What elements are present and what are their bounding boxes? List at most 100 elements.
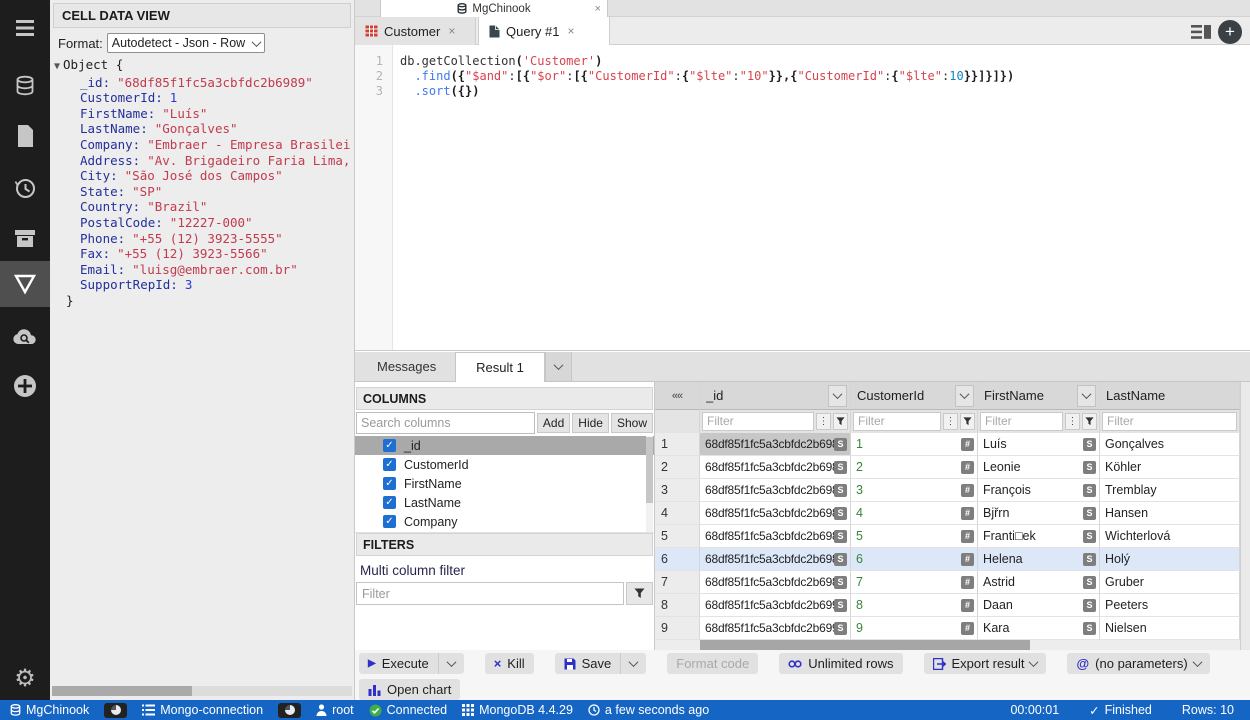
parameters-button[interactable]: @(no parameters) bbox=[1067, 653, 1209, 674]
column-header-firstname[interactable]: FirstName bbox=[978, 382, 1100, 410]
first-name-cell[interactable]: LeonieS bbox=[978, 456, 1100, 479]
column-menu-button[interactable] bbox=[828, 385, 847, 407]
scrollbar-thumb[interactable] bbox=[52, 686, 192, 696]
last-name-cell[interactable]: Nielsen bbox=[1100, 617, 1240, 640]
row-number[interactable]: 7 bbox=[655, 571, 700, 594]
new-tab-plus-icon[interactable]: + bbox=[1218, 20, 1242, 44]
last-name-cell[interactable]: Hansen bbox=[1100, 502, 1240, 525]
first-name-cell[interactable]: FrançoisS bbox=[978, 479, 1100, 502]
tab-query-1[interactable]: Query #1 × bbox=[478, 17, 610, 45]
history-icon[interactable] bbox=[0, 166, 50, 210]
column-menu-button[interactable] bbox=[955, 385, 974, 407]
first-name-cell[interactable]: KaraS bbox=[978, 617, 1100, 640]
row-number[interactable]: 2 bbox=[655, 456, 700, 479]
id-cell[interactable]: 68df85f1fc5a3cbfdc2b698cS bbox=[700, 502, 851, 525]
filter-options-button[interactable]: ⋮ bbox=[1065, 413, 1080, 430]
documents-icon[interactable] bbox=[0, 114, 50, 158]
execute-button[interactable]: ▶Execute bbox=[359, 653, 464, 674]
save-button[interactable]: Save bbox=[555, 653, 647, 674]
first-name-cell[interactable]: DaanS bbox=[978, 594, 1100, 617]
filter-options-button[interactable]: ⋮ bbox=[816, 413, 831, 430]
checkbox-checked-icon[interactable]: ✓ bbox=[383, 458, 396, 471]
add-connection-icon[interactable] bbox=[0, 364, 50, 408]
close-icon[interactable]: × bbox=[595, 3, 601, 15]
tab-result-1[interactable]: Result 1 bbox=[455, 352, 545, 382]
format-select[interactable]: Autodetect - Json - Row bbox=[107, 33, 265, 53]
customer-id-cell[interactable]: 6# bbox=[851, 548, 978, 571]
search-columns-input[interactable] bbox=[356, 412, 535, 434]
editor-code[interactable]: db.getCollection('Customer') .find({"$an… bbox=[393, 45, 1250, 350]
table-vscrollbar[interactable] bbox=[1240, 382, 1250, 650]
id-cell[interactable]: 68df85f1fc5a3cbfdc2b6990S bbox=[700, 594, 851, 617]
customer-id-cell[interactable]: 3# bbox=[851, 479, 978, 502]
tab-customer[interactable]: Customer × bbox=[355, 17, 476, 45]
filter-funnel-button[interactable] bbox=[833, 413, 848, 430]
query-nabla-icon[interactable] bbox=[0, 261, 50, 307]
column-list-item[interactable]: ✓LastName bbox=[355, 493, 654, 512]
filter-funnel-button[interactable] bbox=[1082, 413, 1097, 430]
column-list-item[interactable]: ✓CustomerId bbox=[355, 455, 654, 474]
window-tab-mgchinook[interactable]: MgChinook × bbox=[380, 0, 608, 17]
statusbar-user[interactable]: root bbox=[316, 703, 354, 717]
checkbox-checked-icon[interactable]: ✓ bbox=[383, 496, 396, 509]
show-column-button[interactable]: Show bbox=[611, 413, 653, 433]
apply-filter-button[interactable] bbox=[626, 582, 653, 605]
menu-icon[interactable] bbox=[0, 6, 50, 50]
unlimited-rows-button[interactable]: Unlimited rows bbox=[779, 653, 902, 674]
row-number[interactable]: 4 bbox=[655, 502, 700, 525]
customer-id-cell[interactable]: 4# bbox=[851, 502, 978, 525]
id-cell[interactable]: 68df85f1fc5a3cbfdc2b698aS bbox=[700, 456, 851, 479]
customer-id-cell[interactable]: 2# bbox=[851, 456, 978, 479]
row-number[interactable]: 3 bbox=[655, 479, 700, 502]
column-list-item[interactable]: ✓_id bbox=[355, 436, 654, 455]
filters-section-header[interactable]: FILTERS bbox=[356, 533, 653, 556]
first-name-cell[interactable]: AstridS bbox=[978, 571, 1100, 594]
id-cell[interactable]: 68df85f1fc5a3cbfdc2b698fS bbox=[700, 571, 851, 594]
id-cell[interactable]: 68df85f1fc5a3cbfdc2b698bS bbox=[700, 479, 851, 502]
row-number[interactable]: 8 bbox=[655, 594, 700, 617]
last-name-cell[interactable]: Gonçalves bbox=[1100, 433, 1240, 456]
row-number[interactable]: 1 bbox=[655, 433, 700, 456]
cloud-search-icon[interactable] bbox=[0, 315, 50, 359]
last-name-cell[interactable]: Gruber bbox=[1100, 571, 1240, 594]
table-hscrollbar[interactable] bbox=[655, 640, 1240, 650]
statusbar-last-run[interactable]: a few seconds ago bbox=[588, 703, 709, 717]
statusbar-version[interactable]: MongoDB 4.4.29 bbox=[462, 703, 573, 717]
columns-section-header[interactable]: COLUMNS bbox=[356, 387, 653, 410]
row-number[interactable]: 6 bbox=[655, 548, 700, 571]
customer-id-cell[interactable]: 8# bbox=[851, 594, 978, 617]
close-icon[interactable]: × bbox=[567, 24, 574, 38]
id-cell[interactable]: 68df85f1fc5a3cbfdc2b6989S bbox=[700, 433, 851, 456]
column-header-lastname[interactable]: LastName bbox=[1100, 382, 1240, 410]
column-filter-input[interactable] bbox=[1102, 412, 1237, 431]
first-name-cell[interactable]: Franti□ekS bbox=[978, 525, 1100, 548]
kill-button[interactable]: ×Kill bbox=[485, 653, 534, 674]
id-cell[interactable]: 68df85f1fc5a3cbfdc2b698eS bbox=[700, 548, 851, 571]
connection-color-badge[interactable] bbox=[104, 703, 127, 718]
checkbox-checked-icon[interactable]: ✓ bbox=[383, 439, 396, 452]
row-number[interactable]: 5 bbox=[655, 525, 700, 548]
last-name-cell[interactable]: Holý bbox=[1100, 548, 1240, 571]
checkbox-checked-icon[interactable]: ✓ bbox=[383, 477, 396, 490]
last-name-cell[interactable]: Peeters bbox=[1100, 594, 1240, 617]
cell-panel-hscrollbar[interactable] bbox=[52, 686, 352, 696]
column-header-id[interactable]: _id bbox=[700, 382, 851, 410]
column-filter-input[interactable] bbox=[853, 412, 941, 431]
collapse-columns-button[interactable]: «« bbox=[655, 382, 700, 410]
execute-dropdown[interactable] bbox=[439, 653, 464, 674]
json-root-open[interactable]: ▼Object { bbox=[54, 57, 354, 75]
hide-column-button[interactable]: Hide bbox=[572, 413, 609, 433]
scrollbar-thumb[interactable] bbox=[646, 437, 653, 503]
connection-color-badge[interactable] bbox=[278, 703, 301, 718]
first-name-cell[interactable]: LuísS bbox=[978, 433, 1100, 456]
last-name-cell[interactable]: Wichterlová bbox=[1100, 525, 1240, 548]
customer-id-cell[interactable]: 7# bbox=[851, 571, 978, 594]
first-name-cell[interactable]: BjřrnS bbox=[978, 502, 1100, 525]
column-header-customerid[interactable]: CustomerId bbox=[851, 382, 978, 410]
results-tab-dropdown[interactable] bbox=[545, 352, 572, 382]
multi-column-filter-input[interactable] bbox=[356, 582, 624, 605]
close-icon[interactable]: × bbox=[448, 24, 455, 38]
first-name-cell[interactable]: HelenaS bbox=[978, 548, 1100, 571]
statusbar-connection[interactable]: Mongo-connection bbox=[142, 703, 263, 717]
open-chart-button[interactable]: Open chart bbox=[359, 679, 460, 700]
